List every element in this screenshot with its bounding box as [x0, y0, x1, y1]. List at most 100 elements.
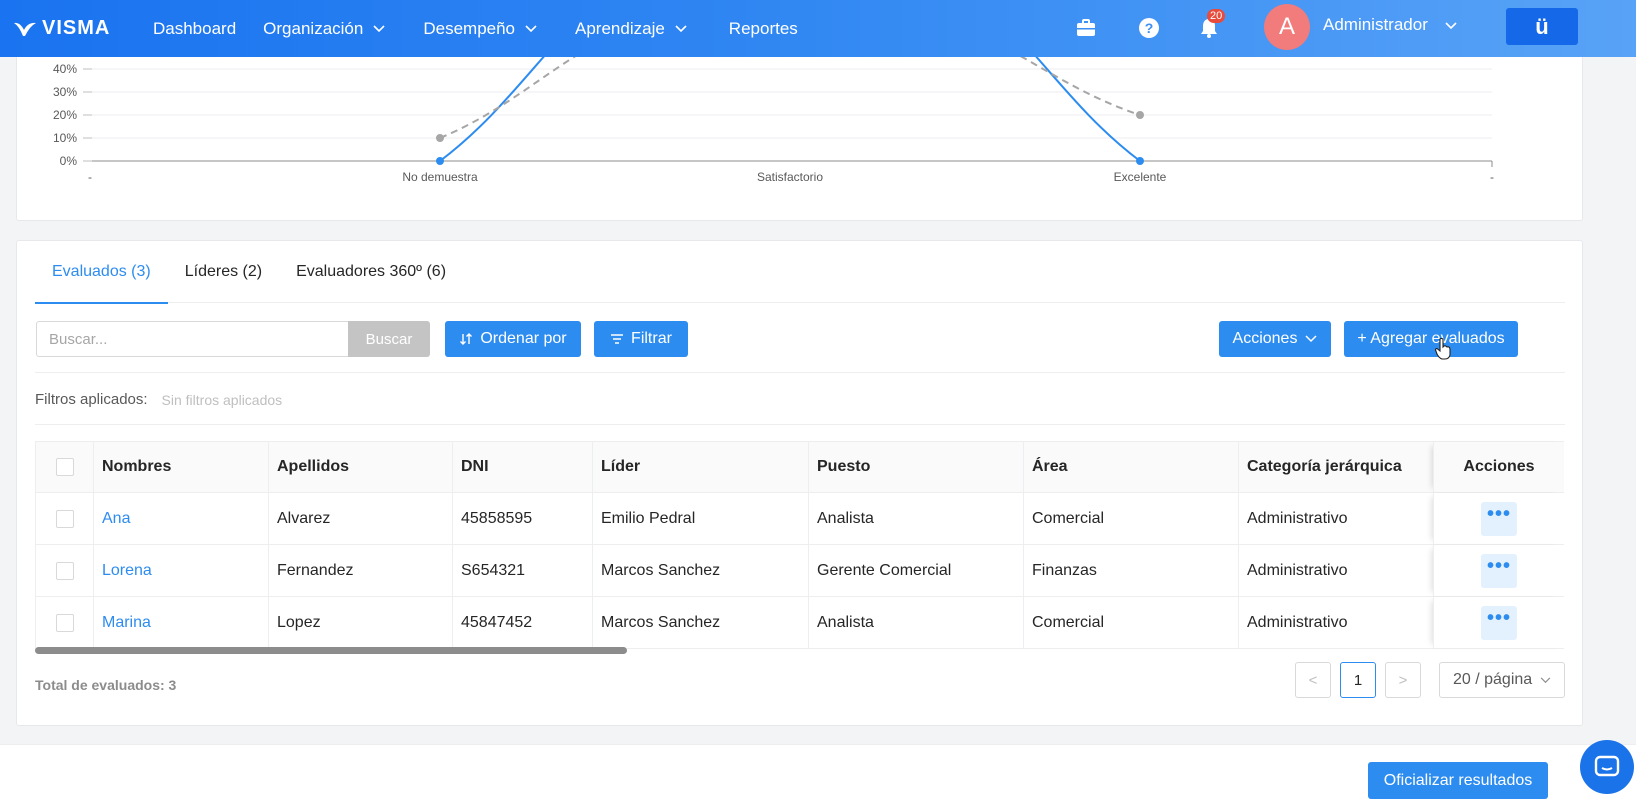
top-navbar: VISMA Dashboard Organización Desempeño A… — [0, 0, 1636, 57]
cell-puesto: Analista — [808, 493, 1023, 544]
table-row: Lorena Fernandez S654321 Marcos Sanchez … — [35, 545, 1564, 597]
col-lider[interactable]: Líder — [592, 442, 808, 492]
search-button[interactable]: Buscar — [348, 321, 430, 357]
nav-dashboard[interactable]: Dashboard — [153, 19, 236, 39]
next-page-button[interactable]: > — [1385, 662, 1421, 698]
prev-page-button[interactable]: < — [1295, 662, 1331, 698]
page-size-label: 20 / página — [1453, 671, 1533, 688]
user-name[interactable]: Administrador — [1323, 15, 1428, 35]
evaluados-table: Nombres Apellidos DNI Líder Puesto Área … — [35, 441, 1564, 657]
help-icon[interactable]: ? — [1137, 16, 1161, 40]
nav-desempeno-label: Desempeño — [423, 18, 516, 38]
sort-button[interactable]: Ordenar por — [445, 321, 581, 357]
cell-puesto: Analista — [808, 597, 1023, 648]
x-tick-label: No demuestra — [402, 170, 478, 184]
y-tick-label: 20% — [53, 108, 77, 122]
col-dni[interactable]: DNI — [452, 442, 592, 492]
y-tick-label: 30% — [53, 85, 77, 99]
table-row: Ana Alvarez 45858595 Emilio Pedral Anali… — [35, 493, 1564, 545]
chevron-down-icon — [1305, 335, 1317, 343]
oficializar-resultados-button[interactable]: Oficializar resultados — [1368, 762, 1548, 799]
horizontal-scrollbar[interactable] — [35, 647, 627, 654]
tab-lideres[interactable]: Líderes (2) — [168, 241, 279, 303]
tabs-bar: Evaluados (3) Líderes (2) Evaluadores 36… — [35, 241, 1565, 304]
row-select-cell — [36, 493, 93, 544]
row-select-cell — [36, 545, 93, 596]
hand-cursor-icon — [1434, 337, 1451, 360]
nav-aprendizaje[interactable]: Aprendizaje — [575, 19, 687, 39]
applied-filters: Filtros aplicados: Sin filtros aplicados — [35, 391, 282, 408]
toolbar: Buscar Ordenar por Filtrar Acciones + Ag… — [35, 321, 1565, 357]
col-categoria[interactable]: Categoría jerárquica — [1238, 442, 1433, 492]
nav-organizacion[interactable]: Organización — [263, 19, 385, 39]
chevron-down-icon — [525, 24, 537, 32]
chevron-down-icon[interactable] — [1445, 22, 1457, 30]
data-point — [436, 157, 444, 165]
filter-icon — [611, 334, 624, 344]
avatar[interactable]: A — [1264, 4, 1310, 50]
filter-button[interactable]: Filtrar — [594, 321, 688, 357]
tab-evaluadores-360[interactable]: Evaluadores 360º (6) — [279, 241, 463, 303]
search-input[interactable] — [36, 321, 348, 357]
cell-area: Comercial — [1023, 493, 1238, 544]
evaluado-name-link[interactable]: Ana — [102, 510, 130, 528]
sort-icon — [460, 333, 473, 345]
series-line-dashed — [439, 51, 1141, 139]
more-actions-button[interactable]: ••• — [1481, 501, 1517, 536]
col-puesto[interactable]: Puesto — [808, 442, 1023, 492]
y-tick-label: 40% — [53, 62, 77, 76]
cell-dni: 45847452 — [452, 597, 592, 648]
col-apellidos[interactable]: Apellidos — [268, 442, 452, 492]
nav-dashboard-label: Dashboard — [153, 18, 237, 38]
brand-logo[interactable]: VISMA — [12, 17, 132, 40]
divider — [35, 424, 1565, 425]
nav-desempeno[interactable]: Desempeño — [423, 19, 537, 39]
cell-puesto: Gerente Comercial — [808, 545, 1023, 596]
col-nombres[interactable]: Nombres — [93, 442, 268, 492]
row-select-cell — [36, 597, 93, 648]
navbar-right: ? 20 A Administrador ü — [0, 0, 1636, 57]
sort-button-label: Ordenar por — [480, 330, 567, 347]
divider — [35, 372, 1565, 373]
cell-categoria: Administrativo — [1238, 597, 1433, 648]
chart-card: 0% 10% 20% 30% 40% No demuestra Satisfactorio E… — [16, 50, 1583, 221]
more-actions-button[interactable]: ••• — [1481, 605, 1517, 640]
page-size-select[interactable]: 20 / página — [1439, 662, 1565, 698]
y-tick-label: 10% — [53, 131, 77, 145]
chevron-down-icon — [1540, 676, 1551, 683]
cell-acciones: ••• — [1433, 545, 1564, 596]
briefcase-icon[interactable] — [1074, 16, 1098, 40]
svg-text:?: ? — [1145, 20, 1154, 36]
more-actions-button[interactable]: ••• — [1481, 553, 1517, 588]
data-point — [436, 134, 444, 142]
table-row: Marina Lopez 45847452 Marcos Sanchez Ana… — [35, 597, 1564, 649]
select-all-checkbox[interactable] — [55, 458, 74, 476]
row-checkbox[interactable] — [55, 613, 74, 632]
row-checkbox[interactable] — [55, 509, 74, 528]
page-1-button[interactable]: 1 — [1340, 662, 1376, 698]
cell-apellidos: Lopez — [268, 597, 452, 648]
filters-label: Filtros aplicados: — [35, 391, 148, 408]
data-point — [1136, 157, 1144, 165]
line-chart: 0% 10% 20% 30% 40% No demuestra Satisfactorio E… — [53, 51, 1494, 184]
app-switcher-button[interactable]: ü — [1506, 8, 1578, 45]
tab-evaluados[interactable]: Evaluados (3) — [35, 241, 168, 304]
evaluado-name-link[interactable]: Lorena — [102, 562, 152, 580]
evaluado-name-link[interactable]: Marina — [102, 614, 151, 632]
filters-value: Sin filtros aplicados — [161, 391, 283, 408]
cell-dni: 45858595 — [452, 493, 592, 544]
filter-button-label: Filtrar — [631, 330, 672, 347]
select-all-cell — [36, 442, 93, 492]
cell-acciones: ••• — [1433, 597, 1564, 648]
cell-nombres: Marina — [93, 597, 268, 648]
chat-launcher[interactable] — [1580, 740, 1634, 794]
cell-nombres: Ana — [93, 493, 268, 544]
col-area[interactable]: Área — [1023, 442, 1238, 492]
col-acciones: Acciones — [1433, 442, 1564, 492]
chevron-down-icon — [373, 24, 385, 32]
nav-reportes[interactable]: Reportes — [729, 19, 798, 39]
add-evaluados-button[interactable]: + Agregar evaluados — [1344, 321, 1518, 357]
row-checkbox[interactable] — [55, 561, 74, 580]
actions-button-label: Acciones — [1232, 330, 1298, 347]
actions-button[interactable]: Acciones — [1219, 321, 1331, 357]
